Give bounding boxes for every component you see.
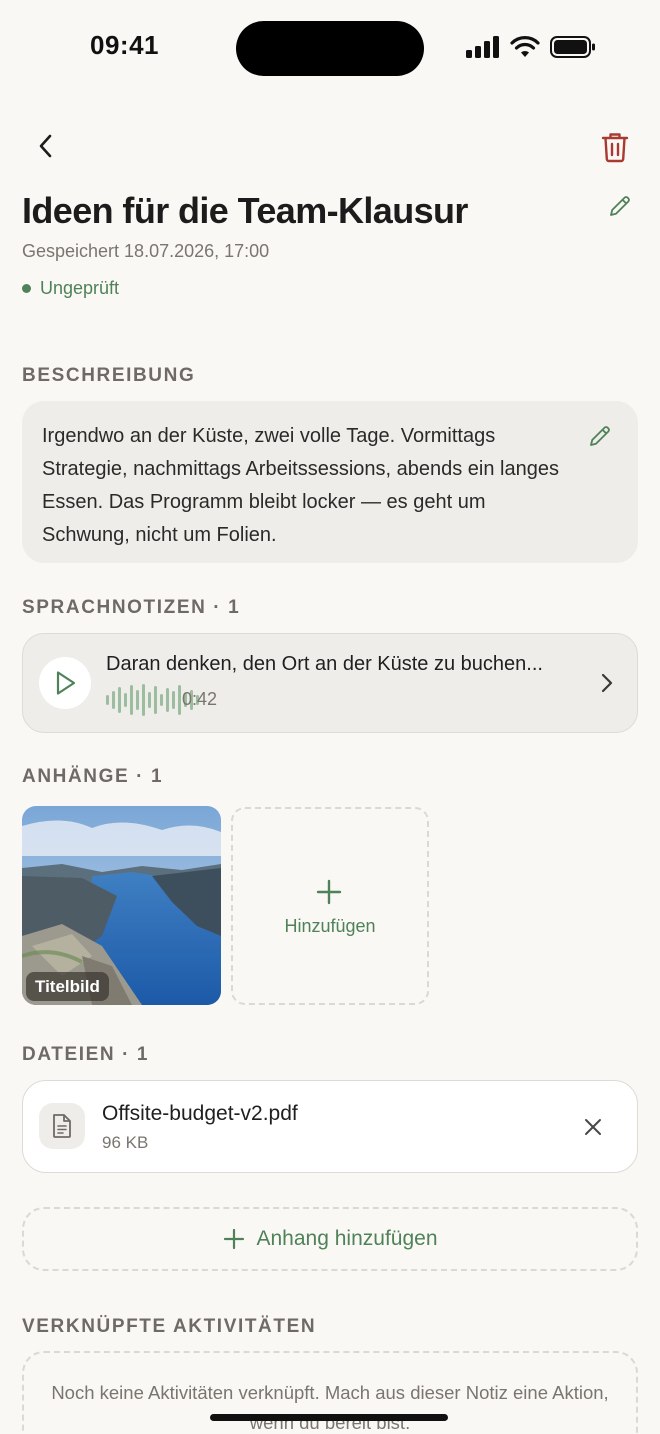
chevron-right-icon — [601, 673, 613, 693]
play-icon — [56, 671, 76, 695]
linked-activities-heading: VERKNÜPFTE AKTIVITÄTEN — [22, 1316, 317, 1337]
plus-icon — [223, 1228, 244, 1250]
add-attachment-label: Anhang hinzufügen — [256, 1227, 438, 1250]
empty-state-text: Noch keine Aktivitäten verknüpft. Mach a… — [51, 1382, 609, 1433]
add-attachment-button[interactable]: Anhang hinzufügen — [22, 1207, 638, 1271]
back-icon — [39, 134, 52, 158]
delete-button[interactable] — [596, 128, 634, 166]
file-name: Offsite-budget-v2.pdf — [102, 1102, 298, 1125]
files-heading: DATEIEN · 1 — [22, 1044, 150, 1065]
status-badge: Ungeprüft — [22, 278, 119, 299]
status-dot — [22, 284, 31, 293]
remove-file-button[interactable] — [578, 1112, 608, 1142]
voice-note-chevron — [594, 669, 620, 697]
attachments-heading: ANHÄNGE · 1 — [22, 766, 164, 787]
wifi-icon — [510, 36, 540, 57]
dynamic-island — [236, 21, 424, 76]
description-text: Irgendwo an der Küste, zwei volle Tage. … — [42, 425, 559, 546]
trash-icon — [601, 133, 629, 163]
voice-note-item[interactable] — [22, 633, 638, 733]
status-time: 09:41 — [90, 30, 159, 60]
edit-title-button[interactable] — [604, 190, 636, 222]
plus-icon — [316, 879, 342, 905]
voice-note-title: Daran denken, den Ort an der Küste zu bu… — [106, 653, 543, 675]
voice-notes-heading: SPRACHNOTIZEN · 1 — [22, 597, 241, 618]
pencil-icon — [610, 196, 630, 216]
edit-description-button[interactable] — [584, 420, 616, 452]
voice-note-duration: 0:42 — [182, 689, 218, 709]
signal-icon — [466, 36, 499, 58]
add-image-label: Hinzufügen — [284, 916, 376, 936]
pencil-icon — [590, 426, 610, 446]
home-indicator — [210, 1414, 448, 1421]
add-image-plus — [313, 876, 345, 908]
file-type-badge — [39, 1103, 85, 1149]
status-label: Ungeprüft — [40, 278, 120, 298]
document-icon — [53, 1114, 71, 1138]
file-size: 96 KB — [102, 1133, 149, 1152]
close-icon — [585, 1119, 601, 1135]
battery-icon — [550, 36, 595, 58]
file-item[interactable] — [22, 1080, 638, 1173]
cover-badge: Titelbild — [26, 972, 109, 1001]
page-title: Ideen für die Team-Klausur — [22, 190, 468, 231]
back-button[interactable] — [28, 128, 64, 164]
saved-timestamp: Gespeichert 18.07.2026, 17:00 — [22, 241, 270, 261]
description-heading: BESCHREIBUNG — [22, 365, 196, 386]
play-button[interactable] — [39, 657, 91, 709]
status-icons — [466, 34, 596, 60]
